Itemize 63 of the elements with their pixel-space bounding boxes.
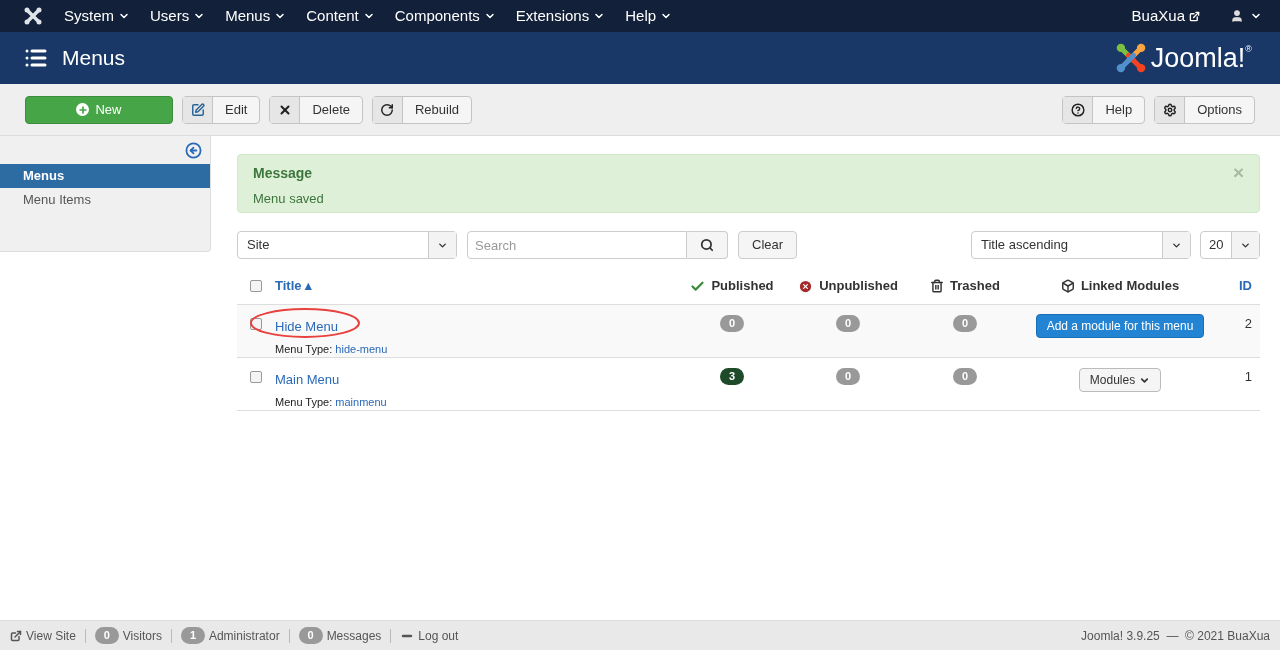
nav-menu[interactable]: Components — [394, 4, 496, 28]
id-cell-text: 1 — [1244, 368, 1252, 386]
nav-menu[interactable]: Users — [150, 4, 206, 28]
column-header: Trashed — [950, 277, 1000, 296]
toolbar-button[interactable]: Help — [1062, 95, 1146, 124]
count-badge[interactable]: 3 — [720, 368, 744, 385]
select-all-checkbox[interactable] — [250, 280, 262, 292]
status-item[interactable]: 0 Messages — [298, 626, 382, 645]
search-icon — [700, 238, 714, 252]
site-link[interactable]: BuaXua — [1131, 4, 1200, 28]
column-header: Unpublished — [819, 277, 898, 296]
joomla-logo: Joomla!$^{®}$ — [1114, 37, 1252, 79]
row-checkbox[interactable] — [250, 371, 262, 383]
limit-select[interactable]: 20 — [1200, 231, 1260, 259]
trash-icon — [930, 279, 945, 293]
id-cell-text: 2 — [1244, 315, 1252, 333]
redo-icon — [380, 102, 395, 117]
nav-menu[interactable]: System — [64, 4, 130, 28]
footer-copyright: Joomla! 3.9.25 — © 2021 BuaXua — [1081, 627, 1270, 645]
external-link-icon — [1189, 10, 1200, 22]
settings-icon — [1162, 102, 1177, 117]
status-item[interactable]: 1 Administrator — [180, 626, 280, 645]
nav-menu[interactable]: Content — [306, 4, 375, 28]
toolbar-button[interactable]: Rebuild — [372, 95, 473, 124]
nav-menu[interactable]: Menus — [225, 4, 287, 28]
plus-icon — [76, 103, 90, 116]
column-header-link[interactable]: ID — [1239, 276, 1252, 296]
collapse-icon[interactable] — [185, 141, 202, 159]
toolbar-button[interactable]: Delete — [269, 95, 363, 124]
joomla-icon — [24, 7, 42, 25]
view-site-link[interactable]: View Site — [10, 626, 76, 645]
status-item[interactable]: 0 Visitors — [94, 626, 162, 645]
search-button[interactable] — [687, 231, 728, 259]
add-module-button[interactable]: Add a module for this menu — [1035, 314, 1205, 338]
close-icon — [277, 102, 292, 117]
clear-button[interactable]: Clear — [738, 231, 798, 259]
search-field[interactable]: Search — [467, 231, 687, 259]
menu-title-link[interactable]: Main Menu — [275, 372, 340, 387]
edit-icon — [190, 102, 205, 117]
alert-heading: Message — [253, 164, 314, 183]
help-icon — [1070, 102, 1085, 117]
user-menu[interactable] — [1230, 9, 1262, 23]
cube-icon — [1060, 279, 1075, 293]
menu-type: Menu Type: mainmenu — [275, 395, 388, 410]
client-select[interactable]: Site — [237, 231, 457, 259]
alert-text: Menu saved — [253, 190, 325, 208]
sidebar-item[interactable]: Menus — [0, 164, 210, 188]
external-link-icon — [10, 629, 22, 642]
toolbar-button[interactable]: Edit — [182, 95, 261, 124]
column-header-link[interactable]: Title ▴ — [275, 276, 313, 296]
menu-type: Menu Type: hide-menu — [275, 342, 389, 357]
sidebar-item[interactable]: Menu Items — [0, 188, 210, 212]
modules-dropdown[interactable]: Modules — [1078, 368, 1162, 392]
ordering-select[interactable]: Title ascending — [971, 231, 1191, 259]
column-header: Published — [711, 277, 774, 296]
user-icon — [1230, 9, 1244, 23]
x-circle-icon — [798, 278, 814, 294]
nav-menu[interactable]: Help — [625, 4, 673, 28]
column-header: Linked Modules — [1080, 277, 1180, 296]
page-title: Menus — [62, 45, 126, 72]
logout-link[interactable]: Log out — [400, 626, 459, 645]
nav-menu[interactable]: Extensions — [515, 4, 606, 28]
toolbar-button[interactable]: Options — [1154, 95, 1255, 124]
